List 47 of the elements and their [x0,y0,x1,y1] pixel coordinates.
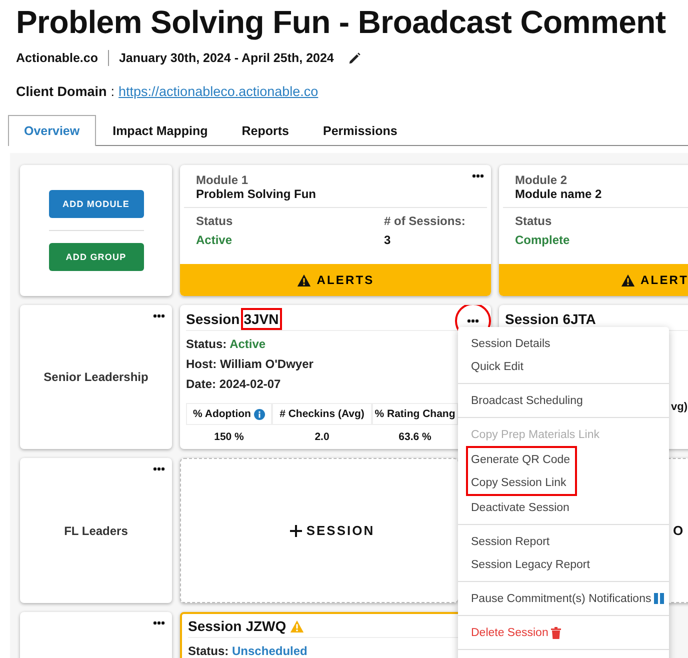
tab[interactable]: Permissions [306,115,414,146]
client-domain-label: Client Domain [16,84,107,99]
module-label: Module 2 [515,173,568,187]
date-range: January 30th, 2024 - April 25th, 2024 [118,51,334,65]
sessions-label: # of Sessions: [384,214,466,228]
alerts-button[interactable]: ALERTS [180,264,491,296]
status-label: Status [515,214,553,228]
menu-item[interactable]: Deactivate Session [458,496,669,519]
label-separator: : [110,84,115,99]
module-name: Problem Solving Fun [196,187,318,201]
group-name: FL Leaders [64,524,128,538]
client-name: Actionable.co [16,51,98,65]
status-value: Active [196,233,233,247]
menu-item[interactable]: Delete Session [458,621,669,644]
add-session-button[interactable]: SESSION [180,458,458,603]
menu-item[interactable]: Broadcast Scheduling [458,389,669,412]
stat-value: 63.6 % [398,430,432,445]
module-name: Module name 2 [515,187,603,201]
menu-item[interactable]: Session Report [458,530,669,553]
status-label: Status [196,214,233,228]
stat-header: % Adoption [186,403,272,425]
client-domain-link[interactable]: https://actionableco.actionable.co [118,84,318,99]
stat-header: % Rating Chang [372,403,458,425]
session-date: Date: 2024-02-07 [186,377,282,391]
tab[interactable]: Overview [8,115,96,146]
status-value: Complete [515,233,570,247]
session-status: Status: Unscheduled [188,644,308,658]
module-label: Module 1 [196,173,250,187]
menu-item[interactable]: Session Legacy Report [458,553,669,576]
tab[interactable]: Reports [224,115,306,146]
add-group-button[interactable]: ADD GROUP [48,243,144,271]
sessions-count: 3 [384,233,392,247]
page-title: Problem Solving Fun - Broadcast Comment [16,3,667,42]
menu-item[interactable]: Generate QR Code [468,448,575,471]
alerts-button[interactable]: ALERT [499,264,688,296]
menu-item[interactable]: Quick Edit [458,355,669,378]
add-module-button[interactable]: ADD MODULE [48,190,144,218]
stat-header: # Checkins (Avg) [272,403,372,425]
menu-item[interactable]: Copy Session Link [468,471,575,494]
stat-header: vg) [671,401,688,413]
tab[interactable]: Impact Mapping [96,115,225,146]
stat-value: 150 % [213,430,245,445]
menu-item[interactable]: Session Details [458,332,669,355]
add-session-label: O [673,523,684,538]
stat-value: 2.0 [314,430,330,445]
group-name: Senior Leadership [44,370,148,384]
menu-item[interactable]: Pause Commitment(s) Notifications [458,587,669,610]
